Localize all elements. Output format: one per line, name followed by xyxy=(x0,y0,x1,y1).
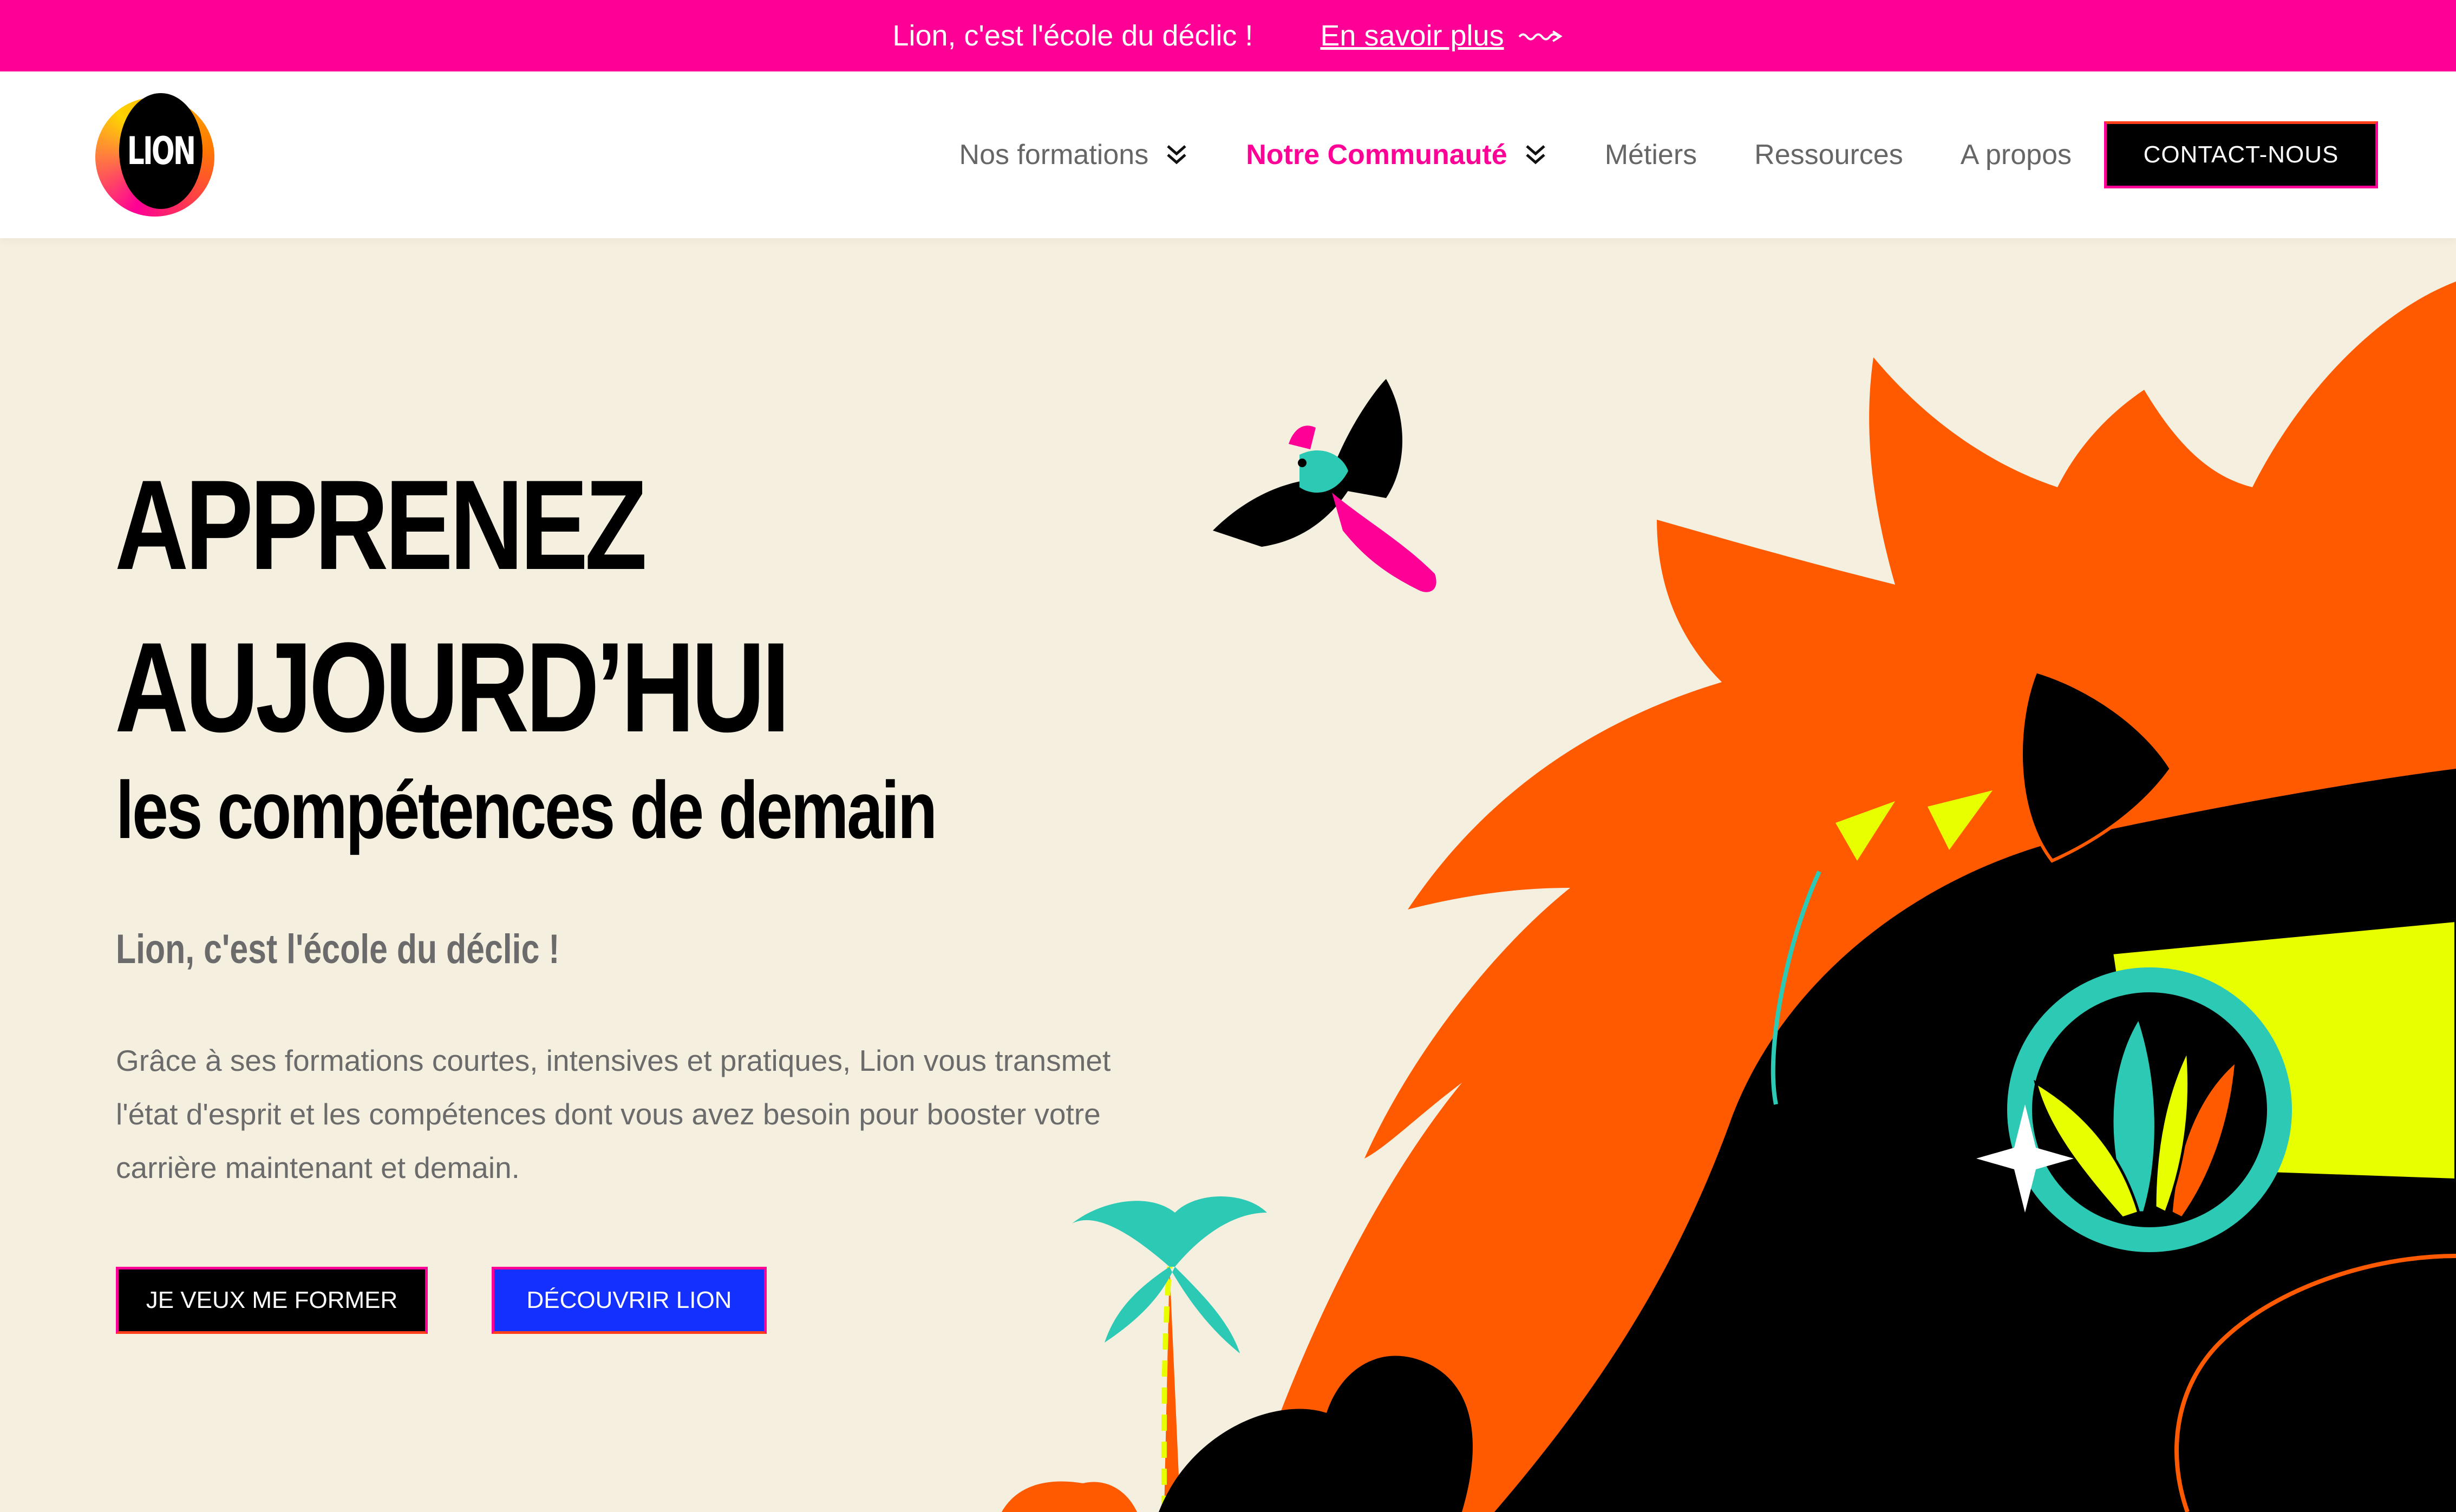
nav-label-formations: Nos formations xyxy=(959,139,1149,171)
hero-title-line1: APPRENEZ xyxy=(115,454,647,597)
claw xyxy=(1928,790,1993,850)
contact-button[interactable]: CONTACT-NOUS xyxy=(2104,121,2378,188)
nav-label-ressources: Ressources xyxy=(1754,139,1903,171)
hero-title-line2: AUJOURD’HUI xyxy=(115,616,790,759)
nav-item-a-propos[interactable]: A propos xyxy=(1961,139,2072,171)
lion-ear xyxy=(2020,669,2173,863)
leaf xyxy=(2170,1058,2238,1220)
nav-label-communaute: Notre Communauté xyxy=(1246,139,1507,171)
nav-label-metiers: Métiers xyxy=(1604,139,1697,171)
hero-title: APPRENEZ AUJOURD’HUI xyxy=(115,444,790,769)
orange-grass xyxy=(1002,1481,1137,1512)
small-animal-illustration xyxy=(1159,1356,1473,1512)
double-chevron-down-icon xyxy=(1526,145,1545,165)
main-nav: Nos formations Notre Communauté Métiers … xyxy=(959,71,2456,238)
leaf xyxy=(2034,1079,2141,1220)
lion-logo[interactable]: LION xyxy=(95,93,225,218)
train-me-button[interactable]: JE VEUX ME FORMER xyxy=(116,1267,428,1334)
hero-tagline: Lion, c'est l'école du déclic ! xyxy=(116,926,560,972)
bird-illustration xyxy=(1213,379,1436,592)
nav-item-communaute[interactable]: Notre Communauté xyxy=(1246,139,1547,171)
discover-lion-button[interactable]: DÉCOUVRIR LION xyxy=(492,1267,767,1334)
palm-tree-illustration xyxy=(1072,1196,1267,1512)
hero-subtitle: les compétences de demain xyxy=(116,764,937,855)
claw xyxy=(1836,801,1895,861)
leaf xyxy=(2111,1014,2157,1214)
hero-description: Grâce à ses formations courtes, intensiv… xyxy=(116,1044,1111,1184)
nav-item-metiers[interactable]: Métiers xyxy=(1605,139,1697,171)
binocular-lens xyxy=(2007,967,2292,1252)
announcement-text: Lion, c'est l'école du déclic ! xyxy=(892,19,1253,52)
binoculars-body xyxy=(2109,918,2456,1182)
announcement-bar: Lion, c'est l'école du déclic ! En savoi… xyxy=(0,0,2456,71)
nav-item-ressources[interactable]: Ressources xyxy=(1754,139,1903,171)
lion-mouth-line xyxy=(2174,1254,2456,1512)
lion-mane xyxy=(1245,282,2456,1512)
logo-text: LION xyxy=(119,93,203,209)
sparkle xyxy=(1976,1104,2074,1213)
double-chevron-down-icon xyxy=(1167,145,1186,165)
learn-more-label: En savoir plus xyxy=(1320,19,1504,52)
nav-item-formations[interactable]: Nos formations xyxy=(959,139,1189,171)
site-header: LION Nos formations Notre Communauté Mét… xyxy=(0,71,2456,238)
lion-face xyxy=(1494,769,2456,1512)
teal-stroke xyxy=(1771,870,1821,1105)
leaf xyxy=(2153,1045,2191,1215)
squiggle-arrow-icon xyxy=(1518,30,1563,42)
learn-more-link[interactable]: En savoir plus xyxy=(1320,19,1563,53)
nav-label-a-propos: A propos xyxy=(1960,139,2072,171)
